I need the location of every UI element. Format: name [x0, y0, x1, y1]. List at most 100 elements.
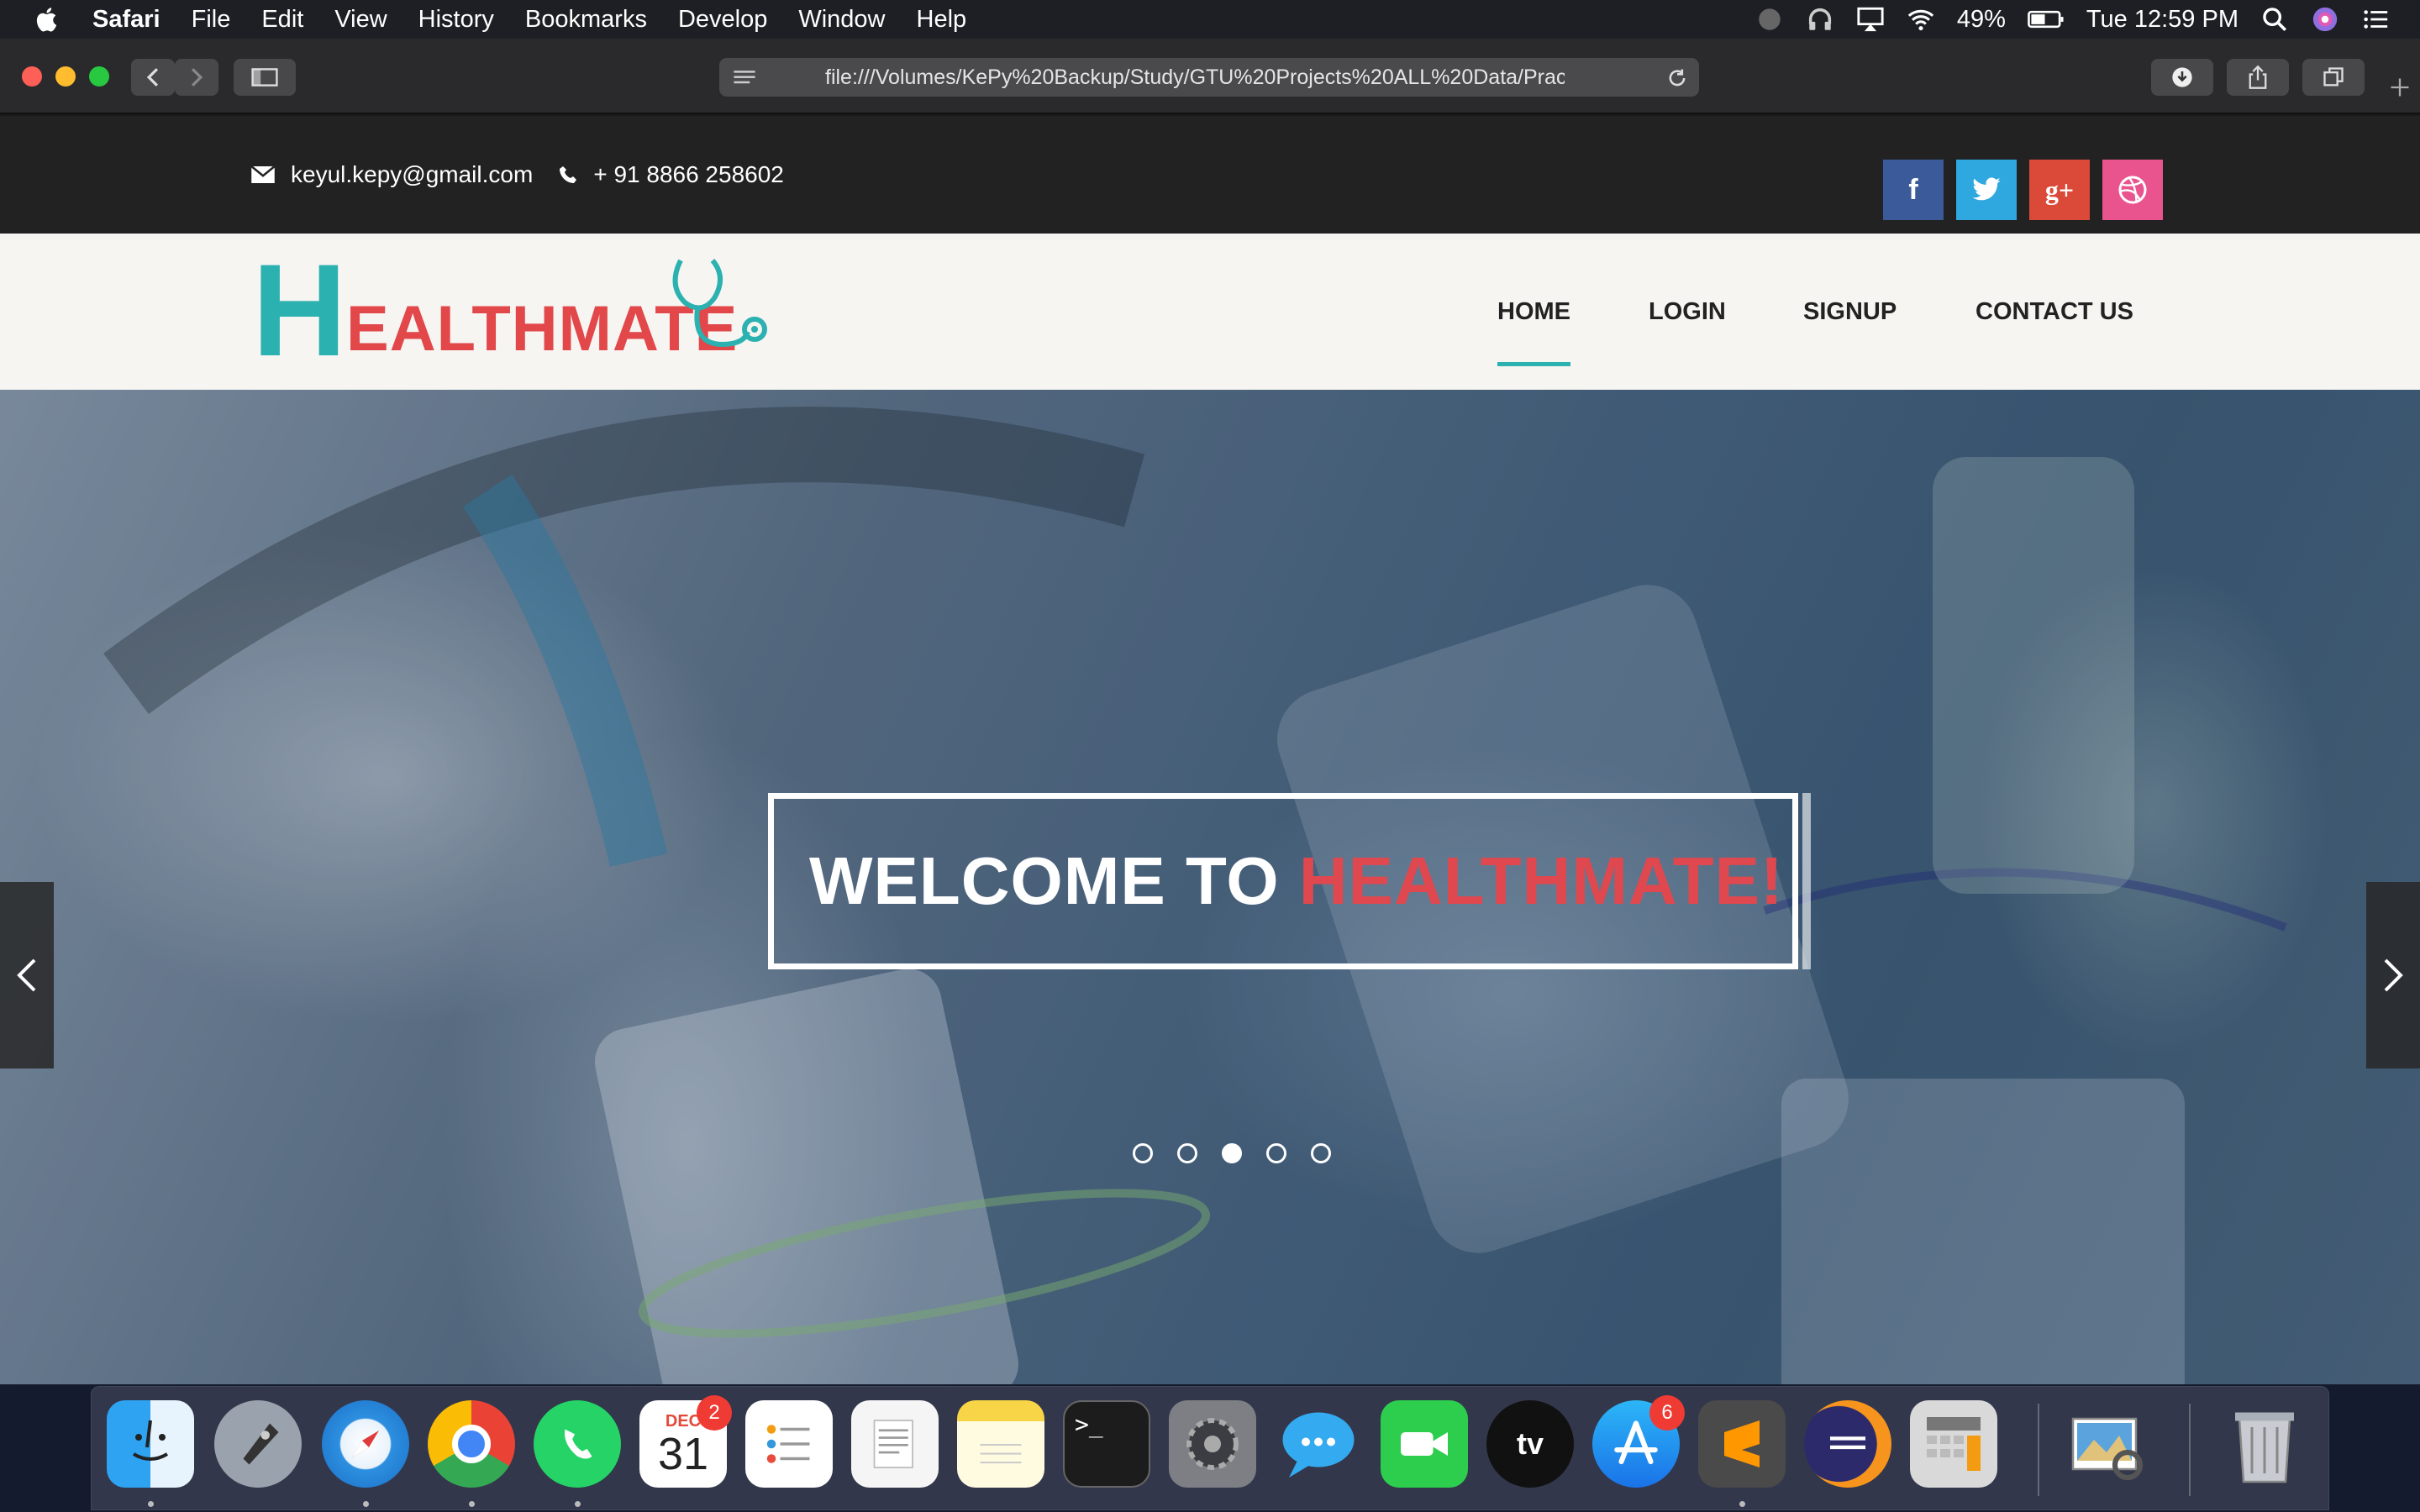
menu-develop[interactable]: Develop: [678, 6, 767, 34]
wifi-icon[interactable]: [1907, 5, 1935, 34]
carousel-dot-5[interactable]: [1311, 1143, 1331, 1163]
menu-edit[interactable]: Edit: [261, 6, 303, 34]
web-page: keyul.kepy@gmail.com + 91 8866 258602 f …: [0, 116, 2420, 1423]
chevron-right-icon: [2384, 958, 2403, 992]
textedit-icon[interactable]: [851, 1400, 939, 1488]
headphones-icon[interactable]: [1806, 5, 1834, 34]
menu-window[interactable]: Window: [798, 6, 885, 34]
tab-overview-button[interactable]: [2302, 59, 2365, 96]
carousel-indicators: [1133, 1143, 1331, 1163]
carousel-next-button[interactable]: [2366, 882, 2420, 1068]
carousel-dot-2[interactable]: [1177, 1143, 1197, 1163]
facebook-button[interactable]: f: [1883, 160, 1944, 220]
nav-login-label: LOGIN: [1649, 297, 1726, 325]
forward-button[interactable]: [175, 59, 218, 96]
messages-icon[interactable]: [1275, 1400, 1362, 1488]
banner-shadow-line: [1802, 793, 1811, 969]
nav-home[interactable]: HOME: [1497, 234, 1570, 390]
calculator-icon[interactable]: [1910, 1400, 1997, 1488]
whatsapp-icon[interactable]: [534, 1400, 621, 1488]
carousel-dot-1[interactable]: [1133, 1143, 1153, 1163]
launchpad-icon[interactable]: [214, 1400, 302, 1488]
chevron-left-icon: [17, 958, 36, 992]
spotlight-search-icon[interactable]: [2260, 5, 2289, 34]
app-store-badge: 6: [1649, 1395, 1685, 1431]
sidebar-icon: [251, 68, 278, 87]
calendar-icon[interactable]: DEC 31 2: [639, 1395, 732, 1488]
google-plus-button[interactable]: g+: [2029, 160, 2090, 220]
welcome-exclaim: !: [1760, 843, 1784, 918]
preview-icon[interactable]: [2063, 1400, 2150, 1488]
close-window-button[interactable]: [22, 66, 42, 87]
zoom-window-button[interactable]: [89, 66, 109, 87]
twitter-icon: [1972, 177, 2001, 201]
nav-login[interactable]: LOGIN: [1649, 234, 1726, 390]
menu-clock[interactable]: Tue 12:59 PM: [2086, 6, 2238, 34]
welcome-banner: WELCOME TO HEALTHMATE!: [768, 793, 1811, 969]
safari-window: file:///Volumes/KePy%20Backup/Study/GTU%…: [0, 39, 2420, 1423]
status-area: 49% Tue 12:59 PM: [1755, 0, 2390, 39]
email-text[interactable]: keyul.kepy@gmail.com: [291, 161, 533, 188]
nav-signup[interactable]: SIGNUP: [1803, 234, 1897, 390]
dribbble-button[interactable]: [2102, 160, 2163, 220]
safari-app-icon[interactable]: [322, 1400, 409, 1488]
reload-icon[interactable]: [1665, 66, 1689, 90]
app-menu: Safari File Edit View History Bookmarks …: [92, 6, 966, 34]
menu-history[interactable]: History: [418, 6, 494, 34]
share-icon: [2249, 65, 2267, 89]
facetime-icon[interactable]: [1381, 1400, 1468, 1488]
sidebar-toggle-button[interactable]: [234, 59, 296, 96]
active-nav-underline: [1497, 362, 1570, 366]
sublime-text-icon[interactable]: [1698, 1400, 1786, 1488]
nav-contact-us-label: CONTACT US: [1975, 297, 2133, 325]
notes-icon[interactable]: [957, 1400, 1044, 1488]
twitter-button[interactable]: [1956, 160, 2017, 220]
minimize-window-button[interactable]: [55, 66, 76, 87]
trash-icon[interactable]: [2221, 1400, 2308, 1488]
eclipse-icon[interactable]: [1804, 1400, 1891, 1488]
menu-bookmarks[interactable]: Bookmarks: [525, 6, 647, 34]
new-tab-plus-icon[interactable]: [2388, 76, 2412, 99]
system-preferences-icon[interactable]: [1169, 1400, 1256, 1488]
hero-carousel: WELCOME TO HEALTHMATE!: [0, 390, 2420, 1423]
finder-icon[interactable]: [107, 1400, 194, 1488]
downloads-button[interactable]: [2151, 59, 2213, 96]
notification-center-icon[interactable]: [2361, 5, 2390, 34]
dock-separator-trash: [2189, 1404, 2191, 1496]
menu-app-name[interactable]: Safari: [92, 6, 160, 34]
battery-percent: 49%: [1956, 5, 2006, 33]
chevron-right-icon: [191, 68, 203, 87]
app-store-icon[interactable]: 6: [1592, 1395, 1685, 1488]
chrome-running-indicator: [469, 1501, 475, 1507]
reminders-icon[interactable]: [745, 1400, 833, 1488]
chrome-icon[interactable]: [428, 1400, 515, 1488]
contact-info: keyul.kepy@gmail.com + 91 8866 258602: [250, 161, 784, 188]
siri-icon[interactable]: [2311, 5, 2339, 34]
safari-running-indicator: [363, 1501, 369, 1507]
reader-view-icon[interactable]: [731, 68, 758, 87]
calendar-badge: 2: [697, 1395, 732, 1431]
back-button[interactable]: [131, 59, 175, 96]
url-text[interactable]: file:///Volumes/KePy%20Backup/Study/GTU%…: [825, 66, 1565, 90]
address-bar[interactable]: file:///Volumes/KePy%20Backup/Study/GTU%…: [719, 58, 1699, 97]
carousel-dot-4[interactable]: [1266, 1143, 1286, 1163]
healthmate-logo[interactable]: H EALTHMATE: [252, 245, 773, 376]
macos-menu-bar: Safari File Edit View History Bookmarks …: [0, 0, 2420, 39]
top-contact-bar: keyul.kepy@gmail.com + 91 8866 258602 f …: [0, 116, 2420, 234]
main-navbar: H EALTHMATE HOME LOGIN SIGNUP CONTACT US: [0, 234, 2420, 390]
menu-help[interactable]: Help: [917, 6, 967, 34]
apple-tv-icon[interactable]: tv: [1486, 1400, 1574, 1488]
carousel-prev-button[interactable]: [0, 882, 54, 1068]
apple-menu-icon[interactable]: [34, 5, 62, 34]
terminal-icon[interactable]: >_: [1063, 1400, 1150, 1488]
carousel-dot-3[interactable]: [1222, 1143, 1242, 1163]
menu-file[interactable]: File: [192, 6, 231, 34]
share-button[interactable]: [2227, 59, 2289, 96]
phone-text[interactable]: + 91 8866 258602: [593, 161, 784, 188]
menu-view[interactable]: View: [334, 6, 387, 34]
airplay-icon[interactable]: [1856, 5, 1885, 34]
siri-dark-icon[interactable]: [1755, 5, 1784, 34]
battery-icon[interactable]: [2028, 5, 2065, 34]
nav-contact-us[interactable]: CONTACT US: [1975, 234, 2133, 390]
nav-home-label: HOME: [1497, 297, 1570, 325]
